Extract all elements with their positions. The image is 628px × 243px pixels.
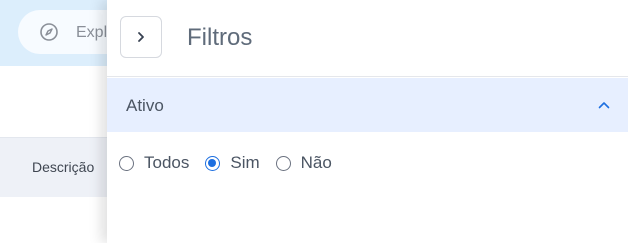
filter-drawer: Filtros Ativo Todos Sim Não	[107, 0, 628, 243]
compass-icon	[40, 23, 58, 41]
ativo-radio-group: Todos Sim Não	[119, 153, 348, 173]
radio-label-todos: Todos	[144, 153, 190, 172]
table-column-descricao: Descrição	[32, 159, 95, 175]
drawer-header: Filtros	[107, 0, 628, 77]
radio-button-nao[interactable]	[275, 155, 291, 171]
radio-option-nao[interactable]: Não	[275, 153, 332, 173]
radio-option-sim[interactable]: Sim	[205, 153, 260, 173]
filter-section-header-ativo[interactable]: Ativo	[107, 78, 628, 132]
radio-option-todos[interactable]: Todos	[119, 153, 189, 173]
radio-label-sim: Sim	[230, 153, 260, 172]
chevron-right-icon	[138, 32, 144, 42]
close-drawer-button[interactable]	[120, 16, 162, 58]
radio-button-sim[interactable]	[205, 155, 221, 171]
filter-section-title: Ativo	[126, 96, 164, 115]
background-search-placeholder: Expl	[76, 24, 108, 41]
chevron-up-icon[interactable]	[597, 98, 611, 112]
radio-label-nao: Não	[300, 153, 332, 172]
radio-button-todos[interactable]	[119, 155, 134, 171]
drawer-title: Filtros	[187, 24, 253, 51]
